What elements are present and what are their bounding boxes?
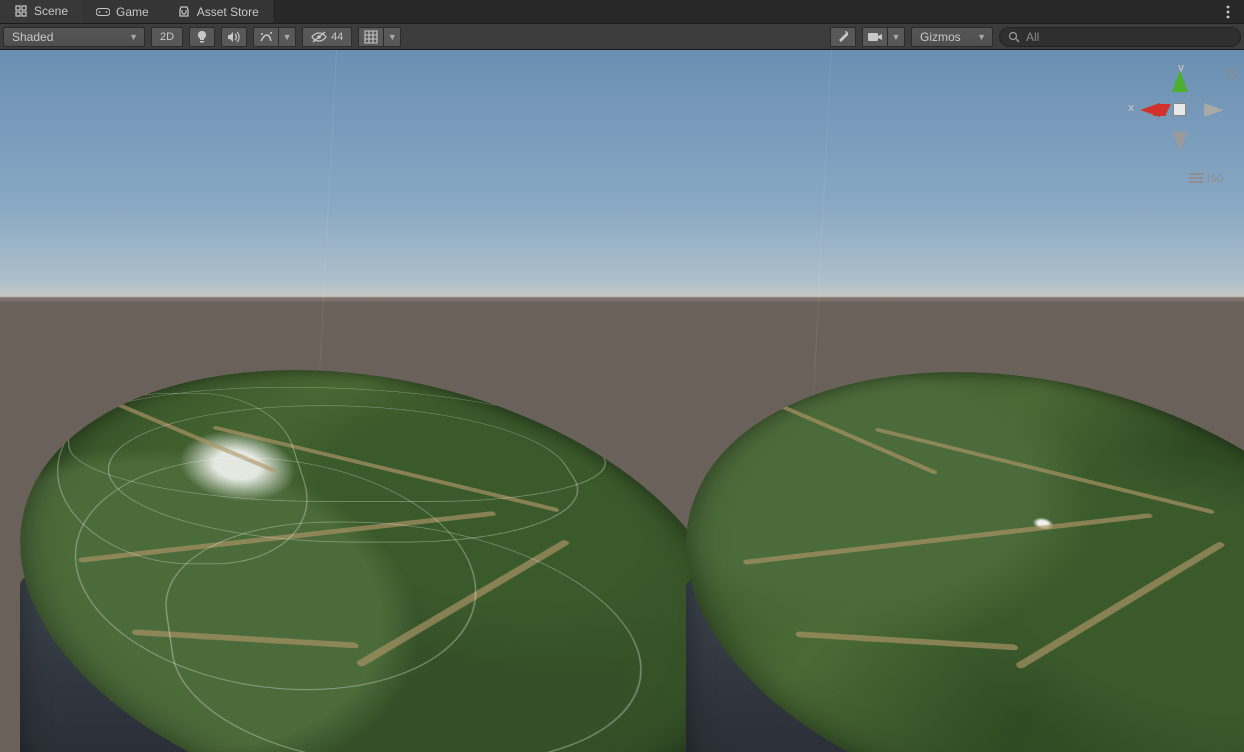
tab-game[interactable]: Game: [82, 0, 163, 23]
tab-label: Asset Store: [197, 5, 259, 19]
horizon-line: [0, 296, 1244, 299]
axis-yneg-cone-icon[interactable]: [1173, 132, 1187, 152]
scene-viewport[interactable]: y x Iso: [0, 50, 1244, 752]
chevron-down-icon: ▼: [129, 32, 138, 42]
hidden-count: 44: [331, 31, 343, 43]
axis-x-cone-icon[interactable]: [1140, 103, 1160, 117]
game-icon: [96, 5, 110, 19]
tab-asset-store[interactable]: Asset Store: [163, 0, 273, 23]
tab-label: Scene: [34, 4, 68, 18]
projection-toggle[interactable]: Iso: [1189, 170, 1224, 185]
gizmo-lock-icon[interactable]: [1226, 66, 1238, 79]
projection-label: Iso: [1207, 170, 1224, 185]
tab-scene[interactable]: Scene: [0, 0, 82, 23]
audio-toggle[interactable]: [221, 27, 247, 47]
effects-toggle[interactable]: [253, 27, 279, 47]
chevron-down-icon: ▼: [977, 32, 986, 42]
chevron-down-icon: ▼: [388, 32, 397, 42]
axis-x-label: x: [1128, 102, 1134, 114]
lighting-toggle[interactable]: [189, 27, 215, 47]
camera-dropdown[interactable]: ▼: [887, 27, 905, 47]
speaker-icon: [227, 31, 241, 43]
search-input[interactable]: [1026, 30, 1232, 44]
projection-icon: [1189, 173, 1203, 183]
grid-dropdown[interactable]: ▼: [383, 27, 401, 47]
scene-toolbar: Shaded ▼ 2D ▼ 44: [0, 24, 1244, 50]
tab-menu-kebab-icon[interactable]: [1218, 2, 1238, 22]
axis-xneg-cone-icon[interactable]: [1204, 103, 1224, 117]
chevron-down-icon: ▼: [892, 32, 901, 42]
grid-toggle[interactable]: [358, 27, 384, 47]
gizmos-dropdown[interactable]: Gizmos ▼: [911, 27, 993, 47]
camera-icon: [867, 31, 883, 43]
effects-dropdown[interactable]: ▼: [278, 27, 296, 47]
draw-mode-dropdown[interactable]: Shaded ▼: [3, 27, 145, 47]
wrench-icon: [836, 30, 850, 44]
effects-segment: ▼: [253, 27, 296, 47]
asset-store-icon: [177, 5, 191, 19]
hidden-objects-toggle[interactable]: 44: [302, 27, 352, 47]
gizmos-label: Gizmos: [920, 30, 961, 44]
2d-toggle[interactable]: 2D: [151, 27, 183, 47]
chevron-down-icon: ▼: [283, 32, 292, 42]
camera-button[interactable]: [862, 27, 888, 47]
grid-segment: ▼: [358, 27, 401, 47]
lightbulb-icon: [196, 30, 208, 44]
scene-icon: [14, 4, 28, 18]
tab-bar: Scene Game Asset Store: [0, 0, 1244, 24]
tab-label: Game: [116, 5, 149, 19]
orientation-gizmo[interactable]: y x: [1134, 64, 1226, 156]
effects-icon: [259, 31, 273, 43]
scene-search[interactable]: [999, 27, 1241, 47]
2d-label: 2D: [160, 31, 174, 43]
gizmo-center[interactable]: [1173, 103, 1186, 116]
axis-y-cone-icon[interactable]: [1172, 70, 1188, 92]
search-icon: [1008, 31, 1020, 43]
grid-icon: [364, 30, 378, 44]
eye-off-icon: [311, 31, 327, 43]
draw-mode-label: Shaded: [12, 30, 53, 44]
tools-button[interactable]: [830, 27, 856, 47]
camera-segment: ▼: [862, 27, 905, 47]
